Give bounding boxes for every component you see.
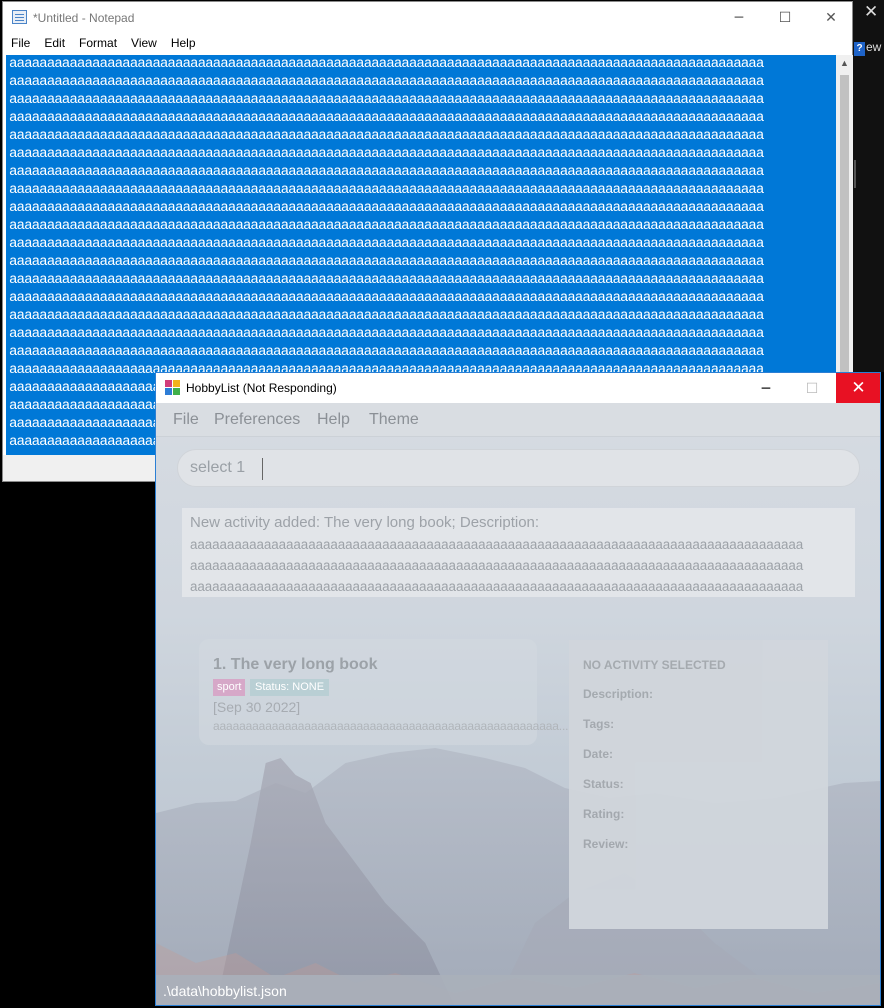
result-heading: New activity added: The very long book; … <box>190 514 540 531</box>
scroll-up-icon[interactable]: ▲ <box>840 58 849 68</box>
command-input[interactable]: select 1 <box>177 449 860 487</box>
close-icon[interactable]: ✕ <box>808 6 854 30</box>
detail-tags-label: Tags: <box>583 717 615 731</box>
save-location: .\data\hobbylist.json <box>163 983 287 999</box>
result-line: aaaaaaaaaaaaaaaaaaaaaaaaaaaaaaaaaaaaaaaa… <box>190 537 804 552</box>
activity-description: aaaaaaaaaaaaaaaaaaaaaaaaaaaaaaaaaaaaaaaa… <box>213 719 569 733</box>
notepad-text-line: aaaaaaaaaaaaaaaaaaaaaaaaaaaaaaaaaaaaaaaa… <box>9 146 764 162</box>
detail-heading: NO ACTIVITY SELECTED <box>583 658 726 672</box>
notepad-icon <box>12 10 27 24</box>
activity-name: 1. The very long book <box>213 656 378 673</box>
hobbylist-title: HobbyList (Not Responding) <box>186 381 337 395</box>
notepad-text-line: aaaaaaaaaaaaaaaaaaaaaaaaaaaaaaaaaaaaaaaa… <box>9 92 764 108</box>
background-window-close-icon[interactable]: ✕ <box>864 2 878 22</box>
notepad-text-line: aaaaaaaaaaaaaaaaaaaaaaaaaaaaaaaaaaaaaaaa… <box>9 164 764 180</box>
menu-edit[interactable]: Edit <box>44 33 65 54</box>
notepad-text-line: aaaaaaaaaaaaaaaaaaaaaaaaaaaaaaaaaaaaaaaa… <box>9 56 764 72</box>
activity-status-badge: Status: NONE <box>250 679 330 696</box>
notepad-text-line: aaaaaaaaaaaaaaaaaaaaaaaaaaaaaaaaaaaaaaaa… <box>9 110 764 126</box>
maximize-icon[interactable]: ☐ <box>789 377 835 401</box>
menu-file[interactable]: File <box>11 33 30 54</box>
status-bar: .\data\hobbylist.json <box>156 975 880 1005</box>
close-icon[interactable]: ✕ <box>836 373 880 403</box>
notepad-text-line: aaaaaaaaaaaaaaaaaaaaaaaaaaaaaaaaaaaaaaaa… <box>9 344 764 360</box>
background-window-text: ew <box>866 40 882 54</box>
notepad-text-line: aaaaaaaaaaaaaaaaaaaaaaaaaaaaaaaaaaaaaaaa… <box>9 308 764 324</box>
text-caret <box>262 458 263 480</box>
notepad-menu-bar: File Edit Format View Help <box>3 33 852 54</box>
menu-file[interactable]: File <box>173 411 199 429</box>
activity-date: [Sep 30 2022] <box>213 699 301 715</box>
notepad-text-line: aaaaaaaaaaaaaaaaaaaaaaaaaaaaaaaaaaaaaaaa… <box>9 236 764 252</box>
notepad-text-line: aaaaaaaaaaaaaaaaaaaaaaaaaaaaaaaaaaaaaaaa… <box>9 74 764 90</box>
hobbylist-menu-bar: File Preferences Help Theme <box>156 403 880 437</box>
command-input-value: select 1 <box>190 459 246 476</box>
result-line: aaaaaaaaaaaaaaaaaaaaaaaaaaaaaaaaaaaaaaaa… <box>190 579 804 594</box>
notepad-text-line: aaaaaaaaaaaaaaaaaaaaaaaaaaaaaaaaaaaaaaaa… <box>9 254 764 270</box>
hobbylist-title-bar[interactable]: HobbyList (Not Responding) ─ ☐ ✕ <box>156 373 880 403</box>
notepad-title-bar[interactable]: *Untitled - Notepad ─ ☐ ✕ <box>3 2 852 33</box>
minimize-icon[interactable]: ─ <box>716 6 762 30</box>
activity-card[interactable]: 1. The very long book sport Status: NONE… <box>199 639 568 745</box>
menu-preferences[interactable]: Preferences <box>214 411 300 429</box>
maximize-icon[interactable]: ☐ <box>762 6 808 30</box>
notepad-text-line: aaaaaaaaaaaaaaaaaaaaaaaaaaaaaaaaaaaaaaaa… <box>9 326 764 342</box>
scroll-thumb[interactable] <box>840 75 849 375</box>
menu-help[interactable]: Help <box>317 411 350 429</box>
notepad-text-line: aaaaaaaaaaaaaaaaaaaaaaaaaaaaaaaaaaaaaaaa… <box>9 128 764 144</box>
detail-rating-label: Rating: <box>583 807 625 821</box>
menu-theme[interactable]: Theme <box>369 411 419 429</box>
hobbylist-app-icon <box>165 380 181 396</box>
detail-description-label: Description: <box>583 687 654 701</box>
result-line: aaaaaaaaaaaaaaaaaaaaaaaaaaaaaaaaaaaaaaaa… <box>190 558 804 573</box>
detail-date-label: Date: <box>583 747 614 761</box>
menu-view[interactable]: View <box>131 33 157 54</box>
notepad-title: *Untitled - Notepad <box>33 11 135 25</box>
detail-review-label: Review: <box>583 837 629 851</box>
background-window-edge <box>854 160 856 188</box>
notepad-text-line: aaaaaaaaaaaaaaaaaaaaaaaaaaaaaaaaaaaaaaaa… <box>9 200 764 216</box>
detail-status-label: Status: <box>583 777 624 791</box>
notepad-text-line: aaaaaaaaaaaaaaaaaaaaaaaaaaaaaaaaaaaaaaaa… <box>9 290 764 306</box>
minimize-icon[interactable]: ─ <box>743 377 789 401</box>
hobbylist-body: File Preferences Help Theme select 1 New… <box>156 403 880 1005</box>
activity-tag: sport <box>213 679 246 696</box>
notepad-text-line: aaaaaaaaaaaaaaaaaaaaaaaaaaaaaaaaaaaaaaaa… <box>9 218 764 234</box>
notepad-text-line: aaaaaaaaaaaaaaaaaaaaaaaaaaaaaaaaaaaaaaaa… <box>9 272 764 288</box>
result-display: New activity added: The very long book; … <box>182 508 855 597</box>
hobbylist-window: HobbyList (Not Responding) ─ ☐ ✕ File Pr… <box>155 372 881 1006</box>
menu-format[interactable]: Format <box>79 33 117 54</box>
menu-help[interactable]: Help <box>171 33 196 54</box>
background-help-icon[interactable]: ? <box>854 42 865 56</box>
activity-detail-panel: NO ACTIVITY SELECTED Description: Tags: … <box>569 640 828 929</box>
notepad-text-line: aaaaaaaaaaaaaaaaaaaaaaaaaaaaaaaaaaaaaaaa… <box>9 182 764 198</box>
